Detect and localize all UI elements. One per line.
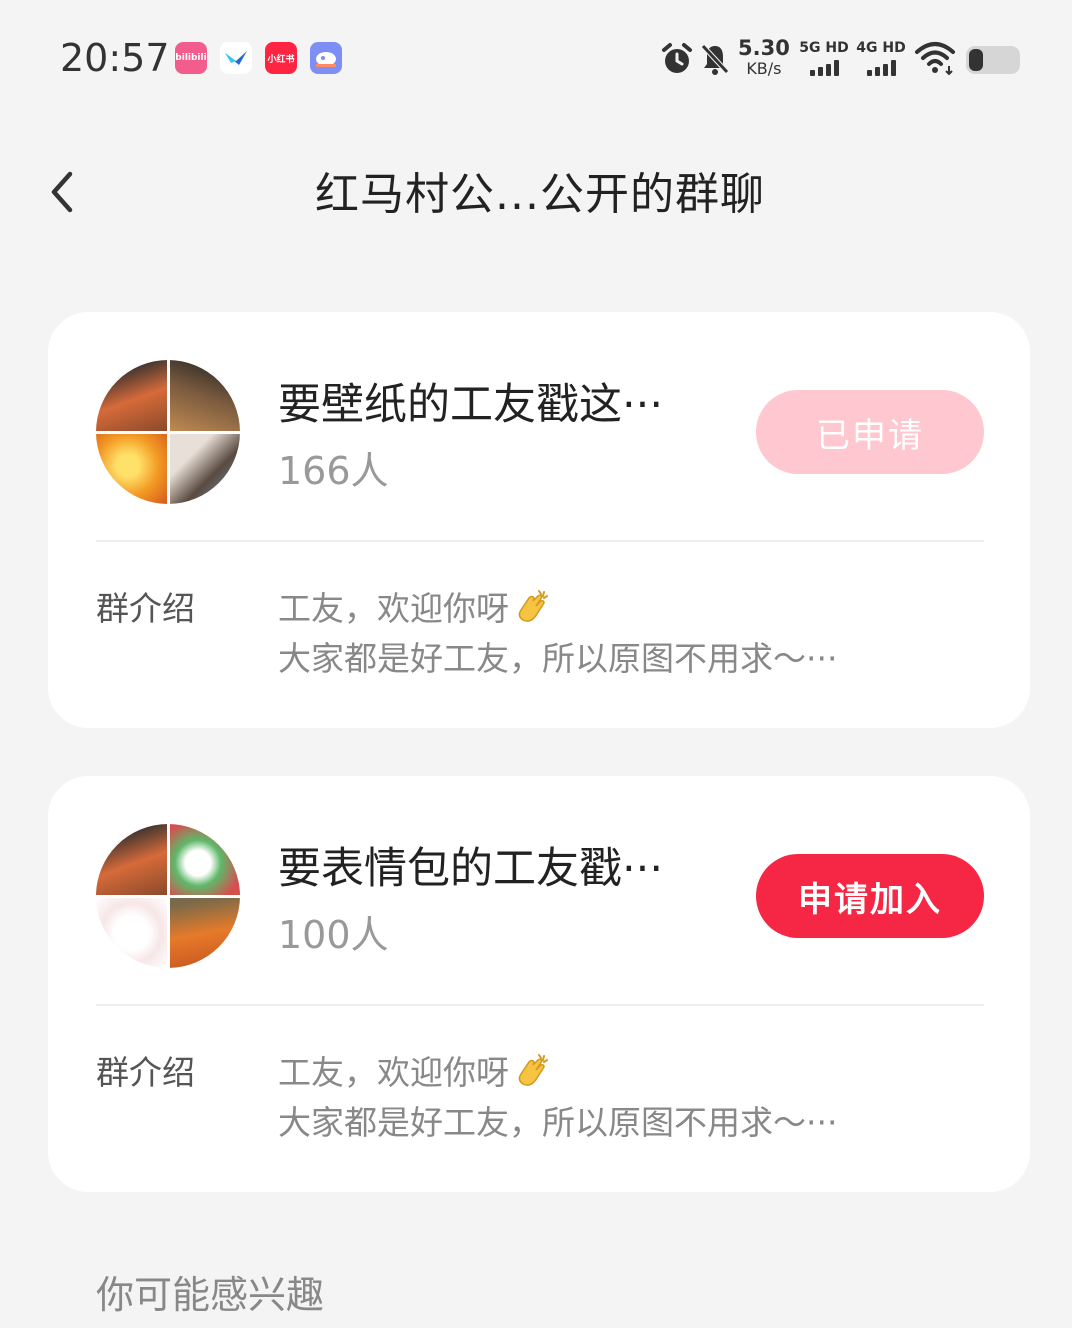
intro-label: 群介绍 <box>96 589 195 628</box>
fliggy-icon <box>220 42 252 74</box>
join-request-button[interactable]: 申请加入 <box>756 854 984 938</box>
mute-icon <box>701 44 729 75</box>
signal-bars-icon <box>798 60 850 76</box>
status-time: 20:57 <box>60 36 170 80</box>
intro-label: 群介绍 <box>96 1053 195 1092</box>
sim2-signal: 4G HD <box>855 40 907 80</box>
intro-text-line: 工友，欢迎你呀 <box>278 1046 551 1094</box>
member-count: 100人 <box>278 913 389 957</box>
group-avatar <box>96 824 240 968</box>
clapping-hands-icon <box>518 590 548 622</box>
section-title: 你可能感兴趣 <box>96 1273 325 1317</box>
alarm-icon <box>662 43 692 73</box>
page-title: 红马村公...公开的群聊 <box>315 169 765 220</box>
status-bar: 20:57 bilibili 小红书 5.30 KB/s 5G HD 4G HD <box>0 0 1072 115</box>
intro-text-line: 大家都是好工友，所以原图不用求～··· <box>278 1103 838 1142</box>
group-name: 要表情包的工友戳··· <box>278 844 664 894</box>
clapping-hands-icon <box>518 1054 548 1086</box>
signal-bars-icon <box>855 60 907 76</box>
net-speed: 5.30 KB/s <box>738 36 790 78</box>
group-card[interactable]: 要壁纸的工友戳这··· 166人 已申请 群介绍 工友，欢迎你呀 大家都是好工友… <box>48 312 1030 728</box>
intro-text-line: 大家都是好工友，所以原图不用求～··· <box>278 639 838 678</box>
divider <box>96 1004 984 1006</box>
group-card[interactable]: 要表情包的工友戳··· 100人 申请加入 群介绍 工友，欢迎你呀 大家都是好工… <box>48 776 1030 1192</box>
member-count: 166人 <box>278 449 389 493</box>
group-name: 要壁纸的工友戳这··· <box>278 380 664 430</box>
applied-button[interactable]: 已申请 <box>756 390 984 474</box>
wifi-icon <box>915 42 955 76</box>
sim1-signal: 5G HD <box>798 40 850 80</box>
intro-text-line: 工友，欢迎你呀 <box>278 582 551 630</box>
divider <box>96 540 984 542</box>
xiaohongshu-icon: 小红书 <box>265 42 297 74</box>
app-icon <box>310 42 342 74</box>
bilibili-icon: bilibili <box>175 42 207 74</box>
group-avatar <box>96 360 240 504</box>
battery-icon <box>966 46 1020 74</box>
